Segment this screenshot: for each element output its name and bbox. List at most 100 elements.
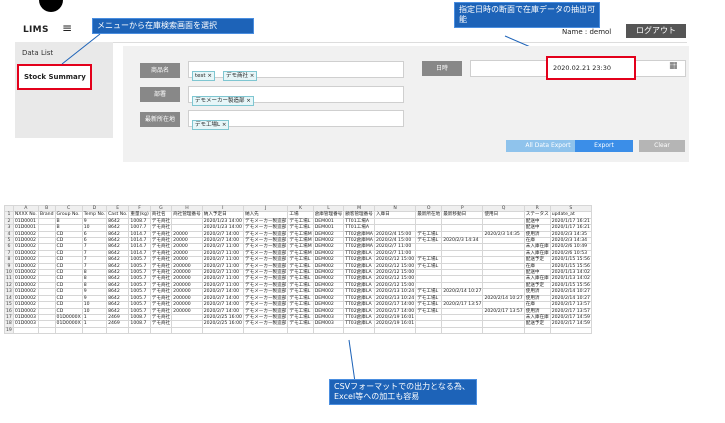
table-cell[interactable]: 2020/2/3 14:35 xyxy=(482,230,525,239)
table-cell[interactable]: 2020/1/13 14:02 xyxy=(549,269,592,277)
table-cell[interactable]: 01D0002 xyxy=(12,294,39,303)
location-field[interactable]: デモ工場L × xyxy=(188,110,404,130)
table-cell[interactable] xyxy=(106,326,130,335)
table-cell[interactable]: 顧客管理番号 xyxy=(343,211,375,219)
table-cell[interactable]: デモメーカー製造部 xyxy=(242,288,289,296)
table-cell[interactable] xyxy=(149,326,173,335)
table-cell[interactable]: デモ商社 xyxy=(149,275,173,283)
table-cell[interactable]: 01D0003 xyxy=(12,313,39,322)
table-cell[interactable]: 2020/1/23 14:00 xyxy=(201,217,244,226)
table-cell[interactable]: 2020/2/7 11:00 xyxy=(201,243,244,251)
table-cell[interactable]: 未入庫在庫 xyxy=(523,249,551,258)
table-cell[interactable]: 2020/1/17 16:21 xyxy=(549,217,592,226)
table-cell[interactable]: 2020/2/17 14:59 xyxy=(549,320,592,328)
table-cell[interactable]: デモメーカー製造部 xyxy=(242,313,289,322)
table-cell[interactable]: 01D0002 xyxy=(12,288,39,296)
table-cell[interactable] xyxy=(482,326,525,335)
table-cell[interactable]: デモ工場L xyxy=(287,256,314,264)
table-cell[interactable]: デモ商社 xyxy=(149,230,173,239)
table-cell[interactable]: デモ工場L xyxy=(287,281,314,290)
table-cell[interactable]: デモメーカー製造部 xyxy=(242,281,289,290)
table-cell[interactable]: 2020/2/17 13:57 xyxy=(441,301,484,309)
table-cell[interactable]: 2020/2/4 15:00 xyxy=(373,230,417,239)
table-cell[interactable] xyxy=(201,326,244,335)
table-cell[interactable]: デモ商社 xyxy=(149,320,173,328)
table-cell[interactable]: TT02倉庫MA xyxy=(343,230,375,239)
table-cell[interactable]: 01D0001 xyxy=(12,217,39,226)
table-cell[interactable]: 2020/2/7 14:00 xyxy=(201,236,244,245)
table-cell[interactable]: 2020/2/14 10:27 xyxy=(549,294,592,303)
table-cell[interactable]: 未入庫在庫 xyxy=(523,275,551,283)
table-cell[interactable]: デモ工場L xyxy=(287,262,314,271)
table-cell[interactable]: 2020/2/3 14:35 xyxy=(549,230,592,239)
table-cell[interactable]: 商社管理番号 xyxy=(171,211,203,219)
table-cell[interactable] xyxy=(128,326,151,335)
table-cell[interactable]: 2020/2/12 15:00 xyxy=(373,262,417,271)
table-cell[interactable] xyxy=(171,326,203,335)
table-cell[interactable]: TT02倉庫LA xyxy=(343,288,375,296)
table-cell[interactable] xyxy=(242,326,289,335)
table-cell[interactable]: デモメーカー製造部 xyxy=(242,249,289,258)
table-cell[interactable]: TT02倉庫LA xyxy=(343,294,375,303)
table-cell[interactable]: デモ商社 xyxy=(149,217,173,226)
table-cell[interactable]: 2020/2/13 10:24 xyxy=(373,288,417,296)
table-cell[interactable]: 2020/2/12 15:00 xyxy=(373,269,417,277)
table-cell[interactable]: デモ工場L xyxy=(415,294,443,303)
table-cell[interactable]: デモメーカー製造部 xyxy=(242,320,289,328)
table-cell[interactable]: デモメーカー製造部 xyxy=(242,236,289,245)
table-cell[interactable] xyxy=(523,326,551,335)
table-cell[interactable]: Brand xyxy=(37,211,56,219)
table-cell[interactable]: TT02倉庫LA xyxy=(343,275,375,283)
table-cell[interactable]: 2020/2/3 14:34 xyxy=(549,236,592,245)
table-cell[interactable]: デモメーカー製造部 xyxy=(242,256,289,264)
table-cell[interactable]: 2020/1/15 15:56 xyxy=(549,281,592,290)
table-cell[interactable]: ステータス xyxy=(523,211,551,219)
table-cell[interactable]: Group No. xyxy=(54,211,83,219)
table-cell[interactable]: 2020/2/17 13:57 xyxy=(549,307,592,315)
table-cell[interactable]: 01D0002 xyxy=(12,307,39,315)
table-cell[interactable]: デモ商社 xyxy=(149,294,173,303)
table-cell[interactable]: デモ商社 xyxy=(149,249,173,258)
table-cell[interactable]: デモ工場L xyxy=(415,256,443,264)
close-icon[interactable]: × xyxy=(207,73,212,79)
table-cell[interactable]: 重量(kg) xyxy=(128,211,151,219)
table-cell[interactable]: 2020/2/4 15:00 xyxy=(373,236,417,245)
table-cell[interactable]: 01D0000X xyxy=(54,320,83,328)
table-cell[interactable]: 2020/2/14 10:27 xyxy=(441,288,484,296)
table-cell[interactable]: デモメーカー製造部 xyxy=(242,217,289,226)
table-cell[interactable]: デモ工場L xyxy=(287,288,314,296)
table-cell[interactable]: 未入庫在庫 xyxy=(523,313,551,322)
table-cell[interactable]: デモ工場L xyxy=(287,275,314,283)
table-cell[interactable] xyxy=(287,326,314,335)
table-cell[interactable]: デモメーカー製造部 xyxy=(242,301,289,309)
table-cell[interactable]: 未入庫在庫 xyxy=(523,243,551,251)
table-cell[interactable]: Cast No. xyxy=(106,211,130,219)
table-cell[interactable]: デモ商社 xyxy=(149,313,173,322)
table-cell[interactable]: 2020/2/17 14:00 xyxy=(373,307,417,315)
table-cell[interactable]: デモ商社 xyxy=(149,301,173,309)
table-cell[interactable]: 01D0003 xyxy=(12,320,39,328)
table-cell[interactable]: 2020/2/7 14:00 xyxy=(201,230,244,239)
table-cell[interactable]: 2020/2/7 14:00 xyxy=(201,294,244,303)
table-cell[interactable] xyxy=(343,326,375,335)
table-cell[interactable] xyxy=(373,326,417,335)
table-cell[interactable]: 01D0002 xyxy=(12,256,39,264)
table-cell[interactable] xyxy=(415,326,443,335)
table-cell[interactable]: デモ工場M xyxy=(287,243,314,251)
table-cell[interactable]: TT02倉庫LA xyxy=(343,281,375,290)
table-cell[interactable]: デモ商社 xyxy=(149,236,173,245)
table-cell[interactable]: デモ商社 xyxy=(149,269,173,277)
table-cell[interactable]: TT02倉庫LA xyxy=(343,262,375,271)
table-cell[interactable]: デモ工場L xyxy=(287,301,314,309)
table-cell[interactable]: 2020/2/6 10:49 xyxy=(549,243,592,251)
table-cell[interactable]: 01D0002 xyxy=(12,236,39,245)
table-cell[interactable]: 2020/1/23 14:00 xyxy=(201,224,244,232)
table-cell[interactable]: 2020/2/17 13:57 xyxy=(549,301,592,309)
table-cell[interactable]: TT02倉庫LA xyxy=(343,301,375,309)
table-cell[interactable]: デモ工場L xyxy=(415,262,443,271)
table-cell[interactable]: デモメーカー製造部 xyxy=(242,224,289,232)
table-cell[interactable]: デモ工場M xyxy=(287,236,314,245)
table-cell[interactable]: 2020/2/7 14:00 xyxy=(201,307,244,315)
table-cell[interactable]: TT02倉庫LA xyxy=(343,249,375,258)
table-cell[interactable]: 01D0002 xyxy=(12,243,39,251)
